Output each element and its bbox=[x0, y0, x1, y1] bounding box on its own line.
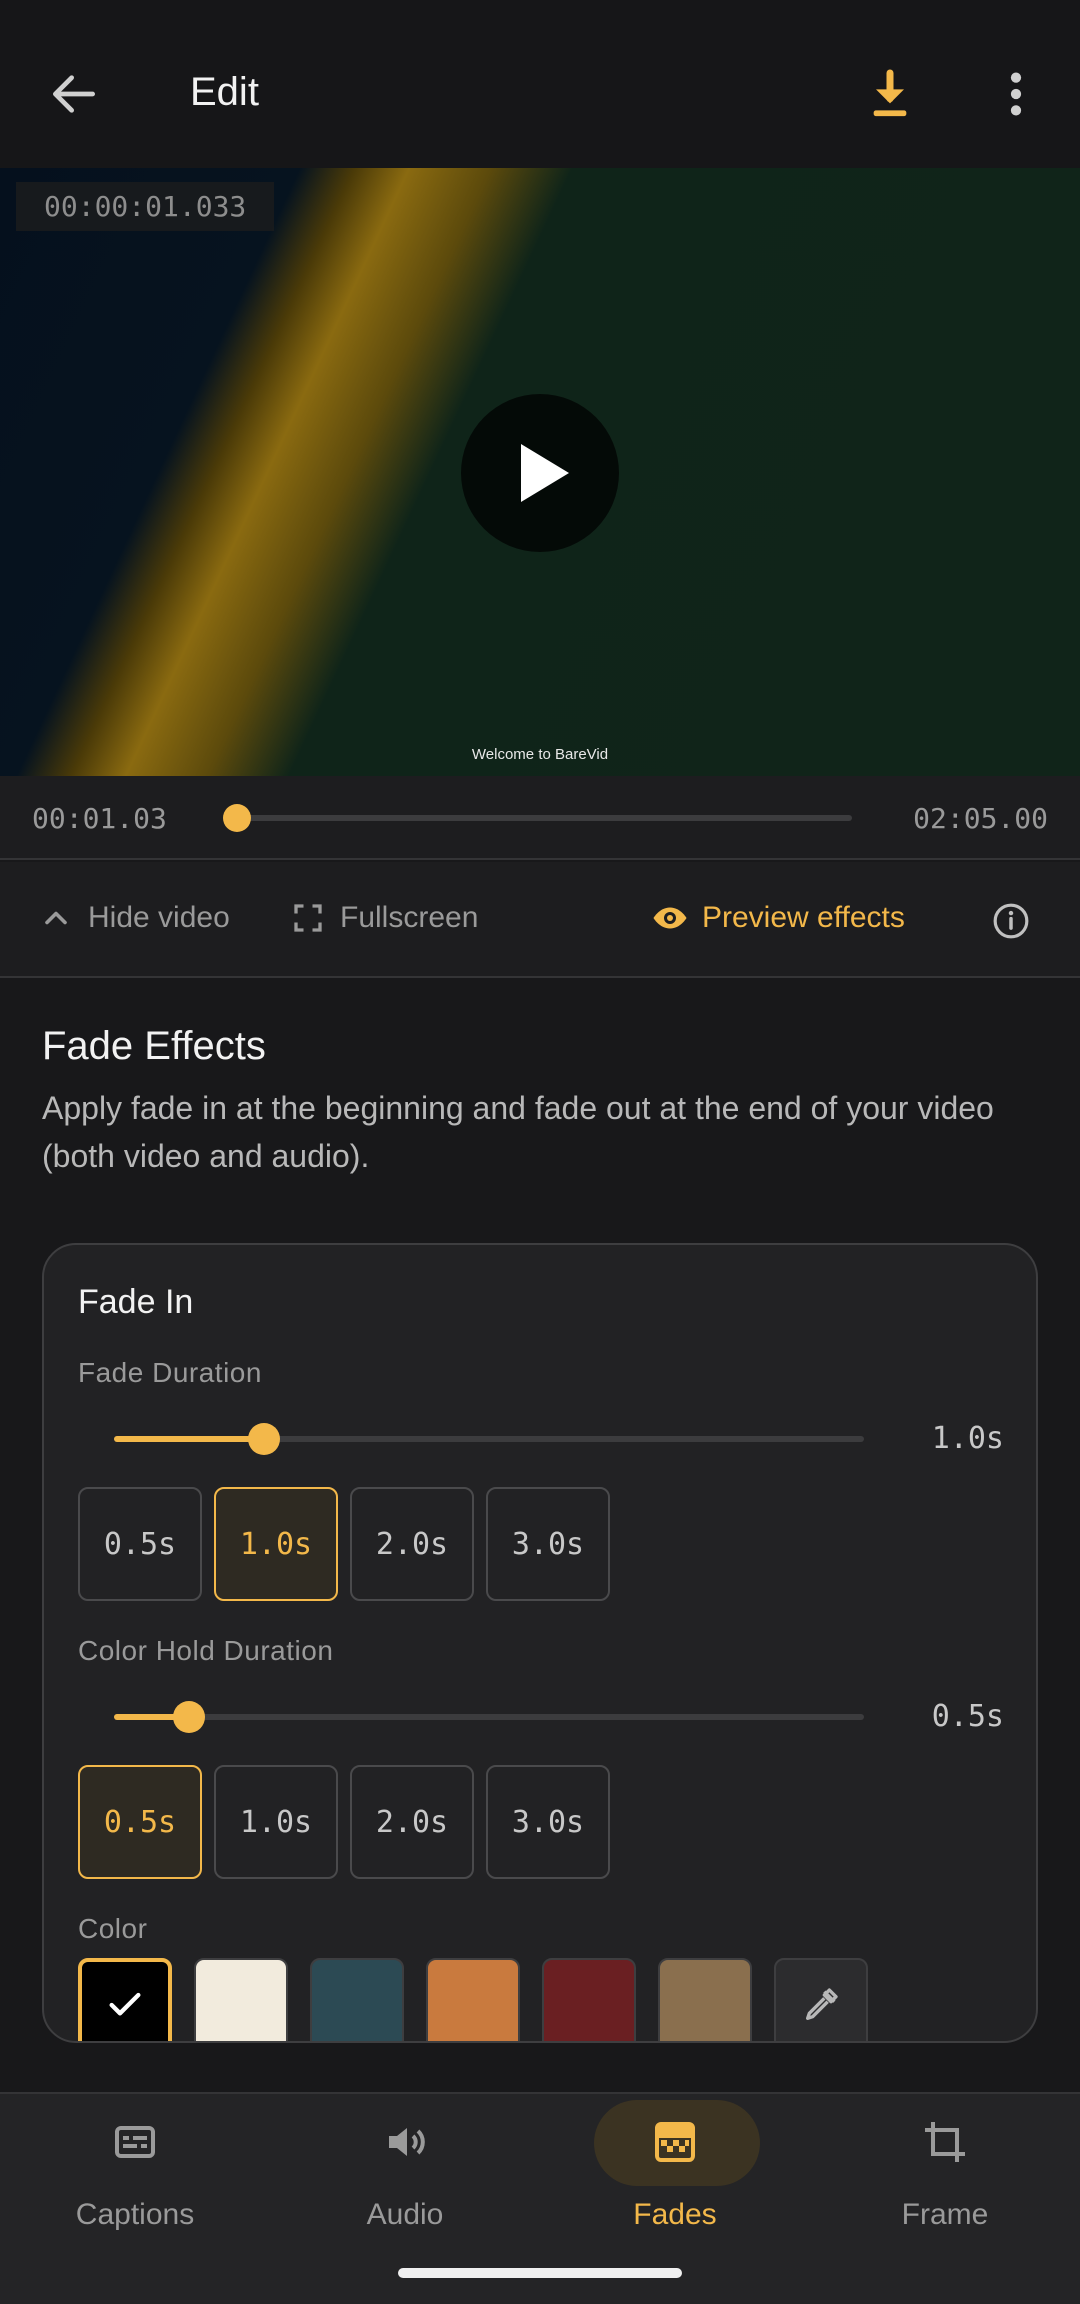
check-icon bbox=[109, 1992, 141, 2016]
fade-duration-value: 1.0s bbox=[931, 1421, 1004, 1456]
nav-fades-label: Fades bbox=[633, 2198, 717, 2231]
home-indicator bbox=[398, 2268, 682, 2278]
fade-duration-label: Fade Duration bbox=[78, 1357, 262, 1388]
color-picker-button[interactable] bbox=[774, 1958, 868, 2041]
fade-duration-options: 0.5s 1.0s 2.0s 3.0s bbox=[78, 1487, 610, 1601]
nav-audio-label: Audio bbox=[366, 2198, 444, 2231]
color-label: Color bbox=[78, 1913, 148, 1944]
fade-duration-thumb[interactable] bbox=[248, 1423, 280, 1455]
hold-duration-option[interactable]: 3.0s bbox=[486, 1765, 610, 1879]
volume-icon bbox=[389, 2128, 425, 2156]
hold-duration-option[interactable]: 2.0s bbox=[350, 1765, 474, 1879]
eyedropper-icon bbox=[806, 1988, 838, 2020]
hold-duration-option[interactable]: 1.0s bbox=[214, 1765, 338, 1879]
color-swatch[interactable] bbox=[658, 1958, 752, 2041]
hold-duration-options: 0.5s 1.0s 2.0s 3.0s bbox=[78, 1765, 610, 1879]
hold-duration-value: 0.5s bbox=[931, 1699, 1004, 1734]
nav-captions-label: Captions bbox=[75, 2198, 195, 2231]
hold-duration-thumb[interactable] bbox=[173, 1701, 205, 1733]
hold-duration-slider[interactable] bbox=[114, 1701, 864, 1733]
fade-duration-option[interactable]: 1.0s bbox=[214, 1487, 338, 1601]
fade-in-card: Fade In Fade Duration 1.0s 0.5s 1.0s 2.0s 3… bbox=[42, 1243, 1038, 2043]
fade-duration-option[interactable]: 2.0s bbox=[350, 1487, 474, 1601]
color-swatch[interactable] bbox=[426, 1958, 520, 2041]
color-swatch[interactable] bbox=[310, 1958, 404, 2041]
nav-captions[interactable]: Captions bbox=[0, 2094, 270, 2244]
captions-icon bbox=[115, 2126, 155, 2158]
color-swatch[interactable] bbox=[194, 1958, 288, 2041]
fade-duration-option[interactable]: 0.5s bbox=[78, 1487, 202, 1601]
fade-duration-option[interactable]: 3.0s bbox=[486, 1487, 610, 1601]
hold-duration-option[interactable]: 0.5s bbox=[78, 1765, 202, 1879]
fade-in-title: Fade In bbox=[78, 1283, 194, 1321]
nav-frame-label: Frame bbox=[901, 2198, 989, 2231]
fade-duration-slider[interactable] bbox=[114, 1423, 864, 1455]
color-swatch[interactable] bbox=[542, 1958, 636, 2041]
nav-audio[interactable]: Audio bbox=[270, 2094, 540, 2244]
hold-duration-label: Color Hold Duration bbox=[78, 1635, 334, 1666]
fades-icon bbox=[655, 2122, 695, 2162]
nav-fades[interactable]: Fades bbox=[540, 2094, 810, 2244]
crop-icon bbox=[925, 2122, 965, 2162]
color-swatches bbox=[78, 1958, 868, 2041]
nav-frame[interactable]: Frame bbox=[810, 2094, 1080, 2244]
fade-duration-fill bbox=[114, 1436, 264, 1442]
color-swatch[interactable] bbox=[78, 1958, 172, 2041]
